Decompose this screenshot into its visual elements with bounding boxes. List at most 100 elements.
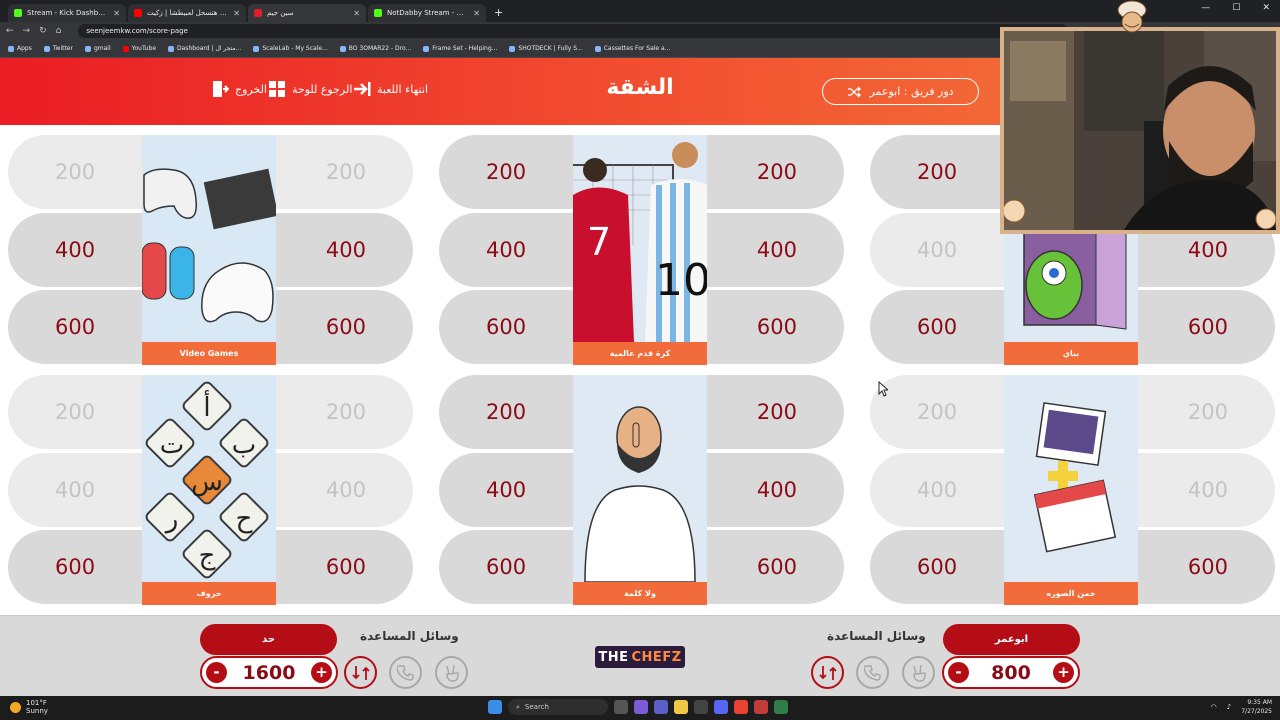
bookmark-item[interactable]: Dashboard | متجر ال...: [168, 45, 241, 52]
copilot-icon[interactable]: [634, 700, 648, 714]
taskbar-search[interactable]: ⌕ Search: [508, 699, 608, 715]
apps-grid-icon: [8, 45, 14, 52]
team-score: 800: [991, 661, 1031, 684]
kick-favicon-icon: [14, 9, 22, 17]
photo-plus-calendar-illustration: [1004, 375, 1138, 582]
close-tab-icon[interactable]: ✕: [473, 9, 480, 18]
svg-text:10: 10: [655, 255, 707, 306]
bookmark-item[interactable]: SHOTDECK | Fully S...: [509, 45, 583, 52]
search-label: Search: [524, 703, 549, 711]
bookmark-label: BO 3OMAR22 - Dro...: [348, 45, 412, 52]
bookmark-item[interactable]: Apps: [8, 45, 32, 52]
category-letters: 200 400 600 200 400 600 أ ت ب س ر ح ج حر…: [8, 375, 413, 605]
bookmark-label: Apps: [17, 45, 32, 52]
call-friend-aid-button[interactable]: [389, 656, 422, 689]
decrease-score-button[interactable]: -: [206, 662, 227, 683]
chrome-icon[interactable]: [734, 700, 748, 714]
weather-widget[interactable]: 101°F Sunny: [10, 699, 48, 715]
letter-tile: أ: [203, 389, 210, 423]
team-name-button[interactable]: حد: [200, 624, 337, 655]
category-card[interactable]: خمن الصوره: [1004, 375, 1138, 605]
bookmark-item[interactable]: ScaleLab - My Scale...: [253, 45, 328, 52]
category-name: Video Games: [142, 342, 276, 365]
bookmark-item[interactable]: Frame Set - Helping...: [423, 45, 497, 52]
reload-icon[interactable]: ↻: [39, 26, 47, 36]
browser-tab[interactable]: مهرجان هتسحل لعبيطشا | زكيت ✕: [128, 4, 246, 22]
bookmark-favicon-icon: [423, 45, 430, 52]
category-name: ولا كلمة: [573, 582, 707, 605]
tab-title: Stream - Kick Dashboard: [27, 9, 109, 17]
logo-the: THE: [598, 649, 629, 665]
windows-start-icon[interactable]: [488, 700, 502, 714]
call-friend-aid-button[interactable]: [856, 656, 889, 689]
close-tab-icon[interactable]: ✕: [353, 9, 360, 18]
decrease-score-button[interactable]: -: [948, 662, 969, 683]
discord-icon[interactable]: [714, 700, 728, 714]
team-score-stepper: - 800 +: [942, 656, 1080, 689]
increase-score-button[interactable]: +: [310, 662, 332, 683]
back-to-board-button[interactable]: الرجوع للوحة: [268, 80, 352, 98]
bookmark-item[interactable]: Twitter: [43, 45, 73, 52]
bookmark-item[interactable]: gmail: [84, 45, 111, 52]
system-tray: ◠ ♪ 9:35 AM 7/27/2025: [1211, 698, 1272, 716]
wifi-icon[interactable]: ◠: [1211, 703, 1217, 711]
tab-title: NotDabby Stream - Watch Live: [387, 9, 468, 17]
bookmark-favicon-icon: [168, 45, 175, 52]
back-arrow-icon[interactable]: ←: [6, 26, 14, 36]
grid-icon: [269, 81, 285, 97]
obs-icon[interactable]: [694, 700, 708, 714]
swap-turn-aid-button[interactable]: [811, 656, 844, 689]
browser-tab-active[interactable]: سين جيم ✕: [248, 4, 366, 22]
volume-icon[interactable]: ♪: [1227, 703, 1231, 711]
app-icon[interactable]: [774, 700, 788, 714]
help-aids-label: وسائل المساعدة: [360, 629, 459, 643]
file-explorer-icon[interactable]: [674, 700, 688, 714]
category-guess-picture: 200 400 600 200 400 600 خمن الصوره: [870, 375, 1275, 605]
minimize-icon[interactable]: —: [1201, 3, 1210, 13]
maximize-icon[interactable]: ☐: [1232, 3, 1240, 13]
bookmark-label: Frame Set - Helping...: [432, 45, 498, 52]
url-input[interactable]: seenjeemkw.com/score-page: [78, 24, 1069, 38]
two-answers-aid-button[interactable]: [902, 656, 935, 689]
task-view-icon[interactable]: [614, 700, 628, 714]
letter-tile: ح: [236, 504, 253, 534]
swap-turn-aid-button[interactable]: [344, 656, 377, 689]
end-game-button[interactable]: انتهاء اللعبة: [353, 80, 428, 98]
category-card[interactable]: ولا كلمة: [573, 375, 707, 605]
team-score: 1600: [242, 661, 296, 684]
app-icon[interactable]: [754, 700, 768, 714]
bookmark-label: Twitter: [52, 45, 73, 52]
bookmark-item[interactable]: YouTube: [122, 45, 156, 52]
footballers-illustration: 7 10: [573, 135, 707, 342]
category-card[interactable]: 7 10 كرة قدم عالمية: [573, 135, 707, 365]
two-answers-aid-button[interactable]: [435, 656, 468, 689]
browser-tab[interactable]: Stream - Kick Dashboard ✕: [8, 4, 126, 22]
clock[interactable]: 9:35 AM 7/27/2025: [1241, 698, 1272, 716]
category-name: بباي: [1004, 342, 1138, 365]
forward-arrow-icon[interactable]: →: [23, 26, 31, 36]
category-card[interactable]: Video Games: [142, 135, 276, 365]
bookmark-item[interactable]: BO 3OMAR22 - Dro...: [339, 45, 412, 52]
team-turn-indicator[interactable]: دور فريق : ابوعمر: [822, 78, 979, 105]
bookmark-label: Dashboard | متجر ال...: [177, 45, 242, 52]
kick-favicon-icon: [374, 9, 382, 17]
game-controllers-illustration: [142, 135, 276, 342]
team-name-button[interactable]: ابوعمر: [943, 624, 1080, 655]
close-tab-icon[interactable]: ✕: [113, 9, 120, 18]
score-footer: حد وسائل المساعدة - 1600 + THE CHEFZ وسائ…: [0, 615, 1280, 696]
teams-icon[interactable]: [654, 700, 668, 714]
category-card[interactable]: أ ت ب س ر ح ج حروف: [142, 375, 276, 605]
category-name: خمن الصوره: [1004, 582, 1138, 605]
increase-score-button[interactable]: +: [1052, 662, 1074, 683]
category-name: كرة قدم عالمية: [573, 342, 707, 365]
bookmark-item[interactable]: Cassettes For Sale a...: [594, 45, 670, 52]
close-tab-icon[interactable]: ✕: [233, 9, 240, 18]
date: 7/27/2025: [1241, 708, 1272, 715]
browser-tab[interactable]: NotDabby Stream - Watch Live ✕: [368, 4, 486, 22]
new-tab-button[interactable]: +: [494, 4, 503, 22]
category-no-word: 200 400 600 200 400 600 ولا كلمة: [439, 375, 844, 605]
exit-button[interactable]: الخروج: [211, 80, 267, 98]
close-window-icon[interactable]: ✕: [1262, 3, 1270, 13]
home-icon[interactable]: ⌂: [56, 26, 62, 36]
game-title: الشقة: [606, 75, 674, 100]
